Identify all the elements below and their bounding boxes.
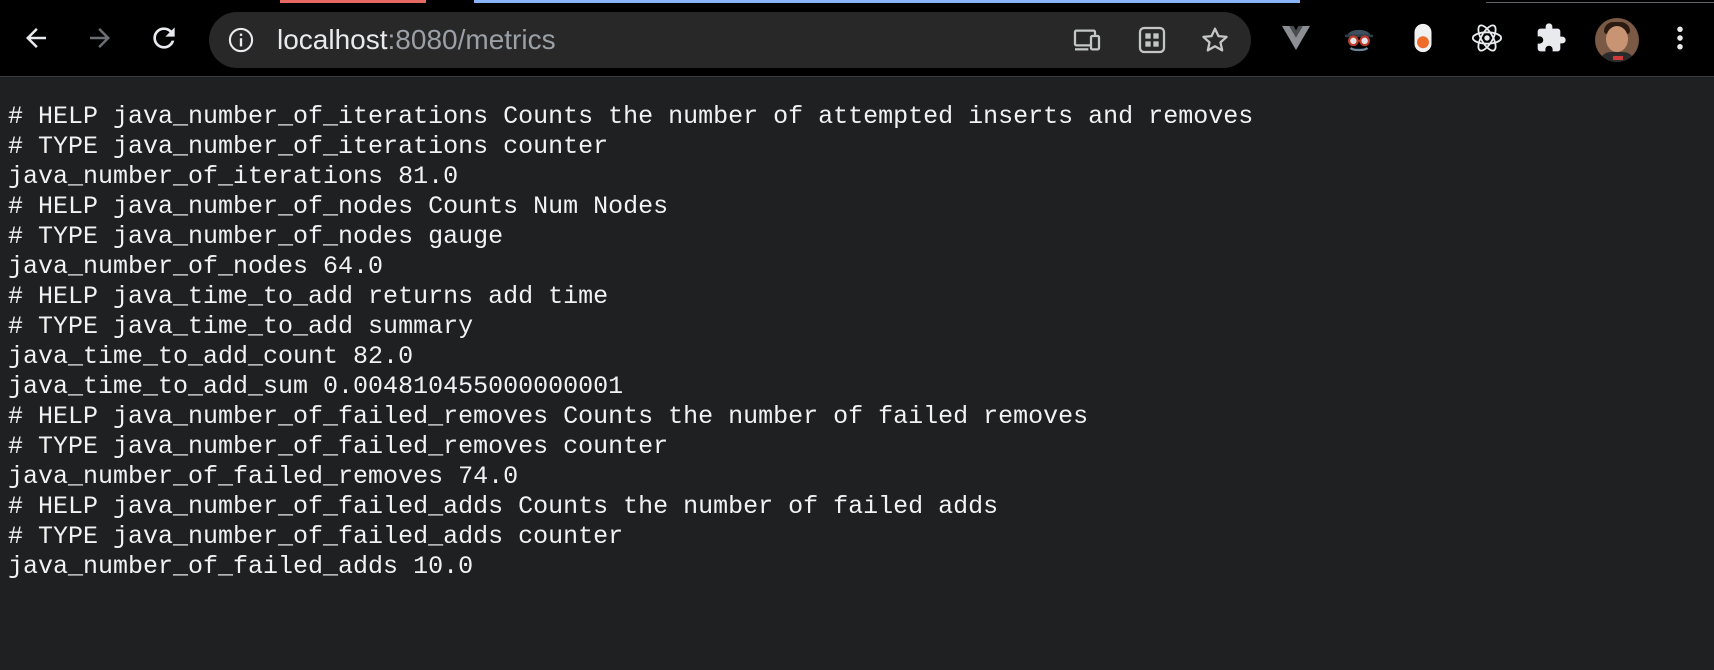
detective-extension-button[interactable] [1337,18,1381,62]
reload-button[interactable] [142,16,186,60]
tab-strip [0,0,1714,4]
react-devtools-icon [1470,21,1504,60]
cast-icon[interactable] [1069,22,1105,58]
address-bar[interactable]: localhost:8080/metrics [209,12,1251,68]
page-content: # HELP java_number_of_iterations Counts … [0,77,1714,670]
url-host: localhost [277,24,388,55]
back-button[interactable] [14,16,58,60]
forward-arrow-icon [85,23,115,53]
puzzle-piece-icon [1535,22,1567,59]
tab-indicator-red[interactable] [280,0,426,3]
vue-devtools-icon [1280,22,1312,59]
tab-indicator-active[interactable] [474,0,1300,3]
vue-devtools-button[interactable] [1274,18,1318,62]
profile-avatar[interactable] [1595,18,1639,62]
react-devtools-button[interactable] [1465,18,1509,62]
url-port-path: :8080/metrics [387,24,556,55]
toggle-extension-icon [1406,21,1440,60]
metrics-line: # TYPE java_number_of_nodes gauge [8,222,504,251]
avatar-face [1606,26,1628,52]
metrics-line: java_number_of_nodes 64.0 [8,252,384,281]
toggle-extension-button[interactable] [1401,18,1445,62]
metrics-text: # HELP java_number_of_iterations Counts … [8,102,1253,582]
metrics-line: # TYPE java_number_of_failed_adds counte… [8,522,624,551]
star-icon[interactable] [1197,22,1233,58]
extensions-button[interactable] [1529,18,1573,62]
metrics-line: # HELP java_time_to_add returns add time [8,282,609,311]
metrics-line: # TYPE java_number_of_failed_removes cou… [8,432,669,461]
avatar-shirt-logo [1613,56,1623,60]
browser-menu-button[interactable] [1658,18,1702,62]
info-icon[interactable] [227,26,255,54]
apps-grid-icon[interactable] [1134,22,1170,58]
metrics-line: # HELP java_number_of_failed_removes Cou… [8,402,1089,431]
metrics-line: java_number_of_iterations 81.0 [8,162,459,191]
kebab-menu-icon [1675,23,1685,58]
metrics-line: java_time_to_add_sum 0.00481045500000000… [8,372,624,401]
url-text[interactable]: localhost:8080/metrics [277,12,556,68]
detective-extension-icon [1342,21,1376,60]
browser-toolbar: localhost:8080/metrics [0,0,1714,77]
tab-indicator-edge [1486,2,1714,3]
metrics-line: # TYPE java_number_of_iterations counter [8,132,609,161]
back-arrow-icon [21,23,51,53]
metrics-line: java_number_of_failed_removes 74.0 [8,462,519,491]
forward-button[interactable] [78,16,122,60]
metrics-line: # HELP java_number_of_nodes Counts Num N… [8,192,669,221]
metrics-line: java_number_of_failed_adds 10.0 [8,552,474,581]
metrics-line: # HELP java_number_of_failed_adds Counts… [8,492,999,521]
metrics-line: # HELP java_number_of_iterations Counts … [8,102,1254,131]
reload-icon [148,22,180,54]
metrics-line: # TYPE java_time_to_add summary [8,312,474,341]
metrics-line: java_time_to_add_count 82.0 [8,342,414,371]
